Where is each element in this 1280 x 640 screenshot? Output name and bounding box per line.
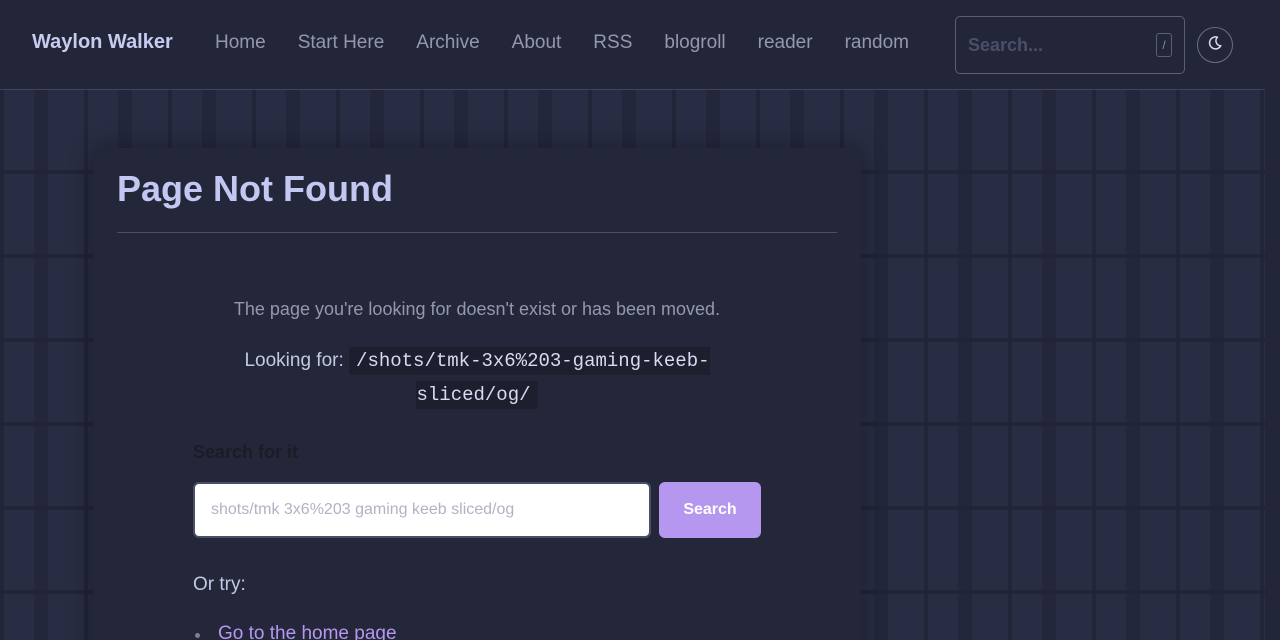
header-search-placeholder: Search... [968,35,1044,55]
nav-about[interactable]: About [512,32,562,54]
nav-archive[interactable]: Archive [416,32,479,54]
not-found-message: The page you're looking for doesn't exis… [233,299,721,319]
nav-start-here[interactable]: Start Here [298,32,385,54]
suggestion-list: Go to the home page [193,622,397,640]
nav-random[interactable]: random [845,32,909,54]
nav-rss[interactable]: RSS [593,32,632,54]
search-button[interactable]: Search [659,482,761,538]
home-page-link[interactable]: Go to the home page [218,623,397,640]
main-nav: Home Start Here Archive About RSS blogro… [215,32,941,54]
looking-for: Looking for: /shots/tmk-3x6%203-gaming-k… [241,344,713,412]
brand-link[interactable]: Waylon Walker [32,31,173,54]
looking-for-label: Looking for: [244,350,344,371]
moon-icon [1207,35,1223,56]
or-try-label: Or try: [193,574,246,595]
header-search-box[interactable]: Search... / [955,16,1185,74]
not-found-card: Page Not Found The page you're looking f… [93,148,861,640]
list-item: Go to the home page [193,622,397,640]
nav-reader[interactable]: reader [758,32,813,54]
search-section-label: Search for it [193,442,299,462]
search-shortcut-key: / [1156,33,1172,57]
page-title: Page Not Found [117,168,393,209]
title-divider [117,232,837,233]
requested-path: /shots/tmk-3x6%203-gaming-keeb-sliced/og… [349,347,710,409]
theme-toggle-button[interactable] [1197,27,1233,63]
site-header: Waylon Walker Home Start Here Archive Ab… [0,0,1265,90]
search-input[interactable] [193,482,651,538]
nav-home[interactable]: Home [215,32,266,54]
nav-blogroll[interactable]: blogroll [664,32,725,54]
